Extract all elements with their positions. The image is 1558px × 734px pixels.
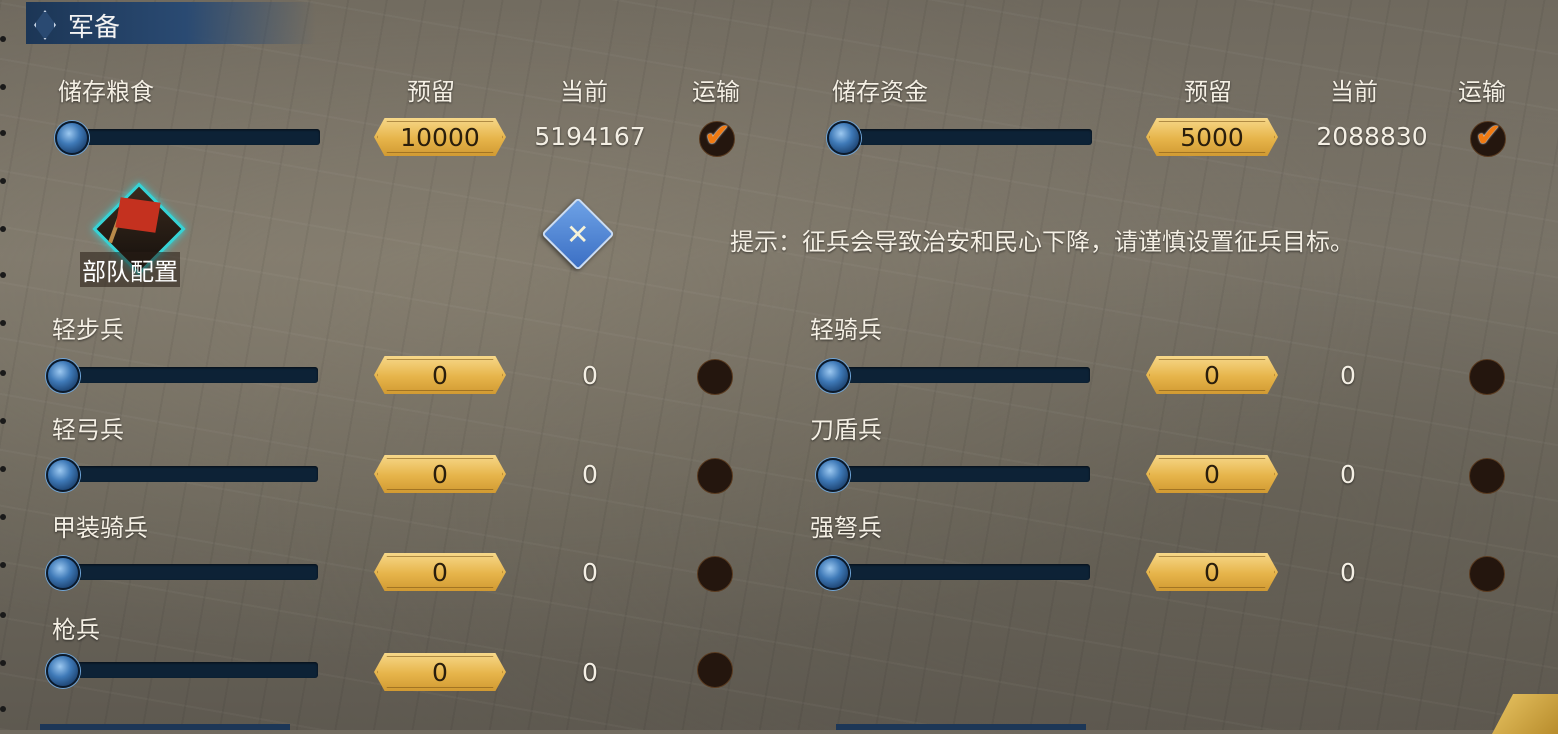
funds-slider-thumb[interactable] — [827, 121, 861, 155]
rail-dot — [0, 660, 6, 666]
spear-reserve-input[interactable]: 0 — [374, 653, 506, 691]
light-archer-label: 轻弓兵 — [52, 416, 124, 444]
armored-cavalry-label: 甲装骑兵 — [52, 514, 148, 542]
corner-button[interactable] — [1492, 694, 1558, 734]
hint-text: 提示：征兵会导致治安和民心下降，请谨慎设置征兵目标。 — [730, 228, 1354, 256]
rail-dot — [0, 84, 6, 90]
funds-slider[interactable] — [840, 129, 1092, 145]
light-cavalry-current: 0 — [1340, 361, 1356, 390]
rail-dot — [0, 466, 6, 472]
rail-dot — [0, 370, 6, 376]
sword-shield-transport-checkbox[interactable] — [1469, 458, 1505, 494]
crossbow-slider[interactable] — [838, 564, 1090, 580]
armored-cavalry-slider[interactable] — [66, 564, 318, 580]
sword-shield-slider-thumb[interactable] — [816, 458, 850, 492]
armored-cavalry-reserve-value: 0 — [432, 557, 448, 587]
light-archer-reserve-input[interactable]: 0 — [374, 455, 506, 493]
funds-transport-checkbox[interactable]: ✔ — [1470, 116, 1506, 157]
light-cavalry-reserve-value: 0 — [1204, 360, 1220, 390]
reserve-header-left: 预留 — [407, 78, 455, 106]
light-archer-transport-checkbox[interactable] — [697, 458, 733, 494]
light-cavalry-slider[interactable] — [838, 367, 1090, 383]
light-infantry-slider-thumb[interactable] — [46, 359, 80, 393]
next-section-header — [836, 724, 1086, 730]
diamond-icon — [34, 10, 56, 40]
check-icon: ✔ — [1475, 116, 1502, 154]
sword-shield-slider[interactable] — [838, 466, 1090, 482]
armored-cavalry-reserve-input[interactable]: 0 — [374, 553, 506, 591]
crossed-tools-icon: ✕ — [566, 218, 590, 251]
section-header: 军备 — [26, 2, 316, 44]
light-infantry-transport-checkbox[interactable] — [697, 359, 733, 395]
reserve-header-right: 预留 — [1184, 78, 1232, 106]
rail-dot — [0, 36, 6, 42]
light-infantry-slider[interactable] — [66, 367, 318, 383]
crossbow-label: 强弩兵 — [810, 514, 882, 542]
light-archer-slider[interactable] — [66, 466, 318, 482]
current-header-right: 当前 — [1330, 78, 1378, 106]
troop-config-label[interactable]: 部队配置 — [80, 252, 180, 287]
check-icon: ✔ — [704, 116, 731, 154]
flag-icon — [115, 197, 161, 233]
transport-header-left: 运输 — [692, 78, 740, 106]
food-slider[interactable] — [68, 129, 320, 145]
sword-shield-reserve-input[interactable]: 0 — [1146, 455, 1278, 493]
crossbow-reserve-value: 0 — [1204, 557, 1220, 587]
light-infantry-reserve-input[interactable]: 0 — [374, 356, 506, 394]
crossbow-transport-checkbox[interactable] — [1469, 556, 1505, 592]
spear-slider[interactable] — [66, 662, 318, 678]
rail-dot — [0, 514, 6, 520]
light-infantry-current: 0 — [582, 361, 598, 390]
food-reserve-input[interactable]: 10000 — [374, 118, 506, 156]
sword-shield-label: 刀盾兵 — [810, 416, 882, 444]
crossbow-current: 0 — [1340, 558, 1356, 587]
rail-dot — [0, 130, 6, 136]
light-infantry-label: 轻步兵 — [52, 316, 124, 344]
funds-reserve-input[interactable]: 5000 — [1146, 118, 1278, 156]
light-cavalry-slider-thumb[interactable] — [816, 359, 850, 393]
spear-transport-checkbox[interactable] — [697, 652, 733, 688]
funds-reserve-value: 5000 — [1180, 122, 1244, 152]
armored-cavalry-slider-thumb[interactable] — [46, 556, 80, 590]
rail-dot — [0, 612, 6, 618]
food-reserve-value: 10000 — [400, 122, 480, 152]
rail-dot — [0, 562, 6, 568]
light-cavalry-reserve-input[interactable]: 0 — [1146, 356, 1278, 394]
armored-cavalry-current: 0 — [582, 558, 598, 587]
light-archer-current: 0 — [582, 460, 598, 489]
funds-label: 储存资金 — [832, 78, 928, 106]
food-label: 储存粮食 — [58, 78, 154, 106]
rail-dot — [0, 706, 6, 712]
current-header-left: 当前 — [560, 78, 608, 106]
light-archer-reserve-value: 0 — [432, 459, 448, 489]
light-infantry-reserve-value: 0 — [432, 360, 448, 390]
funds-current: 2088830 — [1316, 122, 1428, 151]
next-section-header — [40, 724, 290, 730]
light-archer-slider-thumb[interactable] — [46, 458, 80, 492]
food-transport-checkbox[interactable]: ✔ — [699, 116, 735, 157]
rail-dot — [0, 226, 6, 232]
rail-dot — [0, 320, 6, 326]
rail-dot — [0, 178, 6, 184]
spear-reserve-value: 0 — [432, 657, 448, 687]
food-current: 5194167 — [534, 122, 646, 151]
spear-current: 0 — [582, 658, 598, 687]
sword-shield-reserve-value: 0 — [1204, 459, 1220, 489]
background — [0, 0, 1558, 730]
crossbow-reserve-input[interactable]: 0 — [1146, 553, 1278, 591]
crossbow-slider-thumb[interactable] — [816, 556, 850, 590]
light-cavalry-label: 轻骑兵 — [810, 316, 882, 344]
light-cavalry-transport-checkbox[interactable] — [1469, 359, 1505, 395]
spear-slider-thumb[interactable] — [46, 654, 80, 688]
transport-header-right: 运输 — [1458, 78, 1506, 106]
rail-dot — [0, 418, 6, 424]
food-slider-thumb[interactable] — [55, 121, 89, 155]
armored-cavalry-transport-checkbox[interactable] — [697, 556, 733, 592]
rail-dot — [0, 272, 6, 278]
sword-shield-current: 0 — [1340, 460, 1356, 489]
section-title: 军备 — [68, 13, 121, 43]
spear-label: 枪兵 — [52, 616, 100, 644]
